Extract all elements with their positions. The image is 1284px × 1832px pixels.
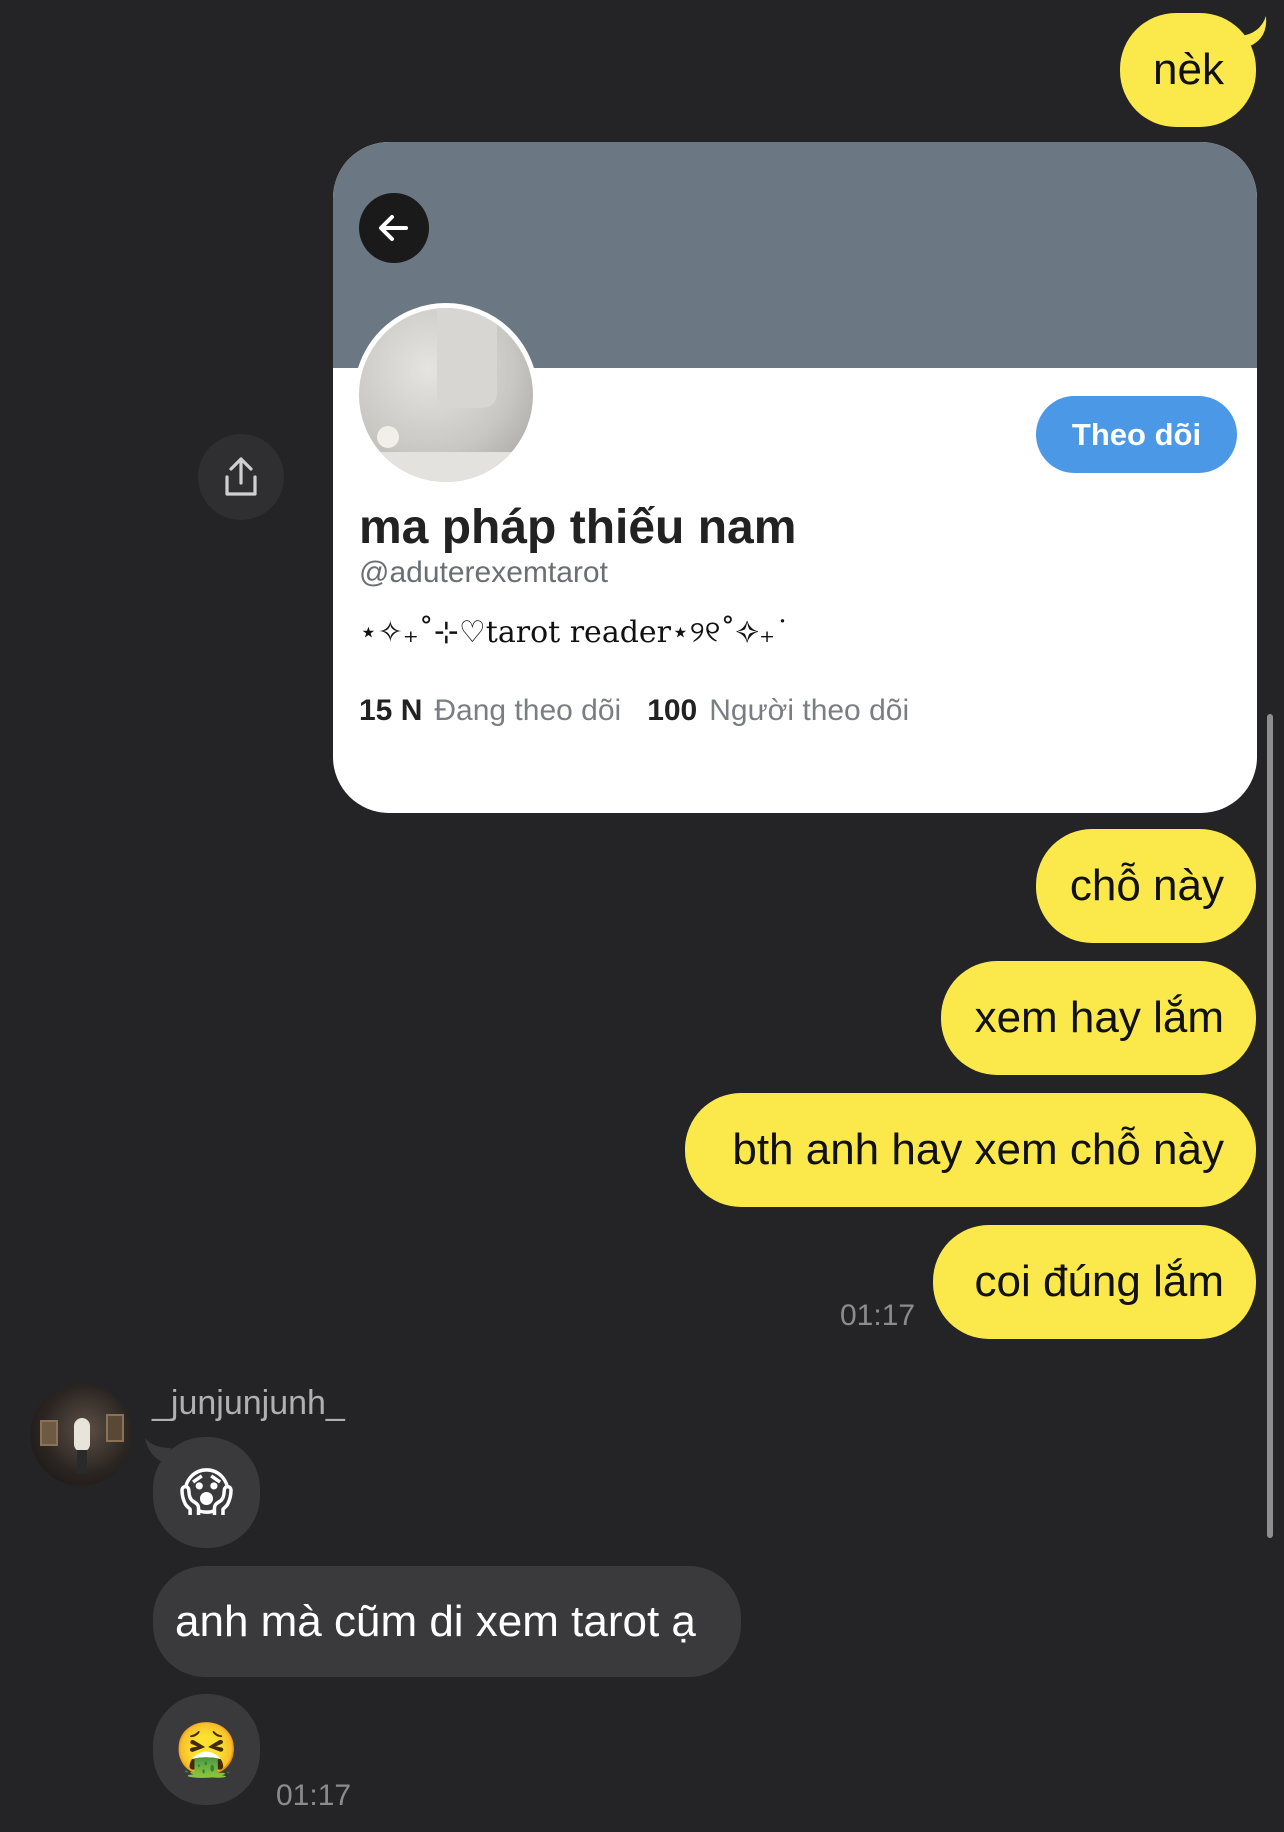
followers-label[interactable]: Người theo dõi [709,694,909,728]
message-timestamp: 01:17 [840,1299,916,1332]
message-text: xem hay lắm [974,993,1224,1042]
message-text: chỗ này [1069,861,1224,910]
back-button[interactable] [359,193,429,263]
message-text: nèk [1153,45,1224,94]
follow-button[interactable]: Theo dõi [1036,396,1237,473]
profile-name: ma pháp thiếu nam [359,501,797,554]
incoming-message[interactable]: 🤮 [153,1694,260,1805]
bubble-tail-icon [145,1438,171,1464]
outgoing-message[interactable]: bth anh hay xem chỗ này [685,1093,1256,1207]
profile-handle: @aduterexemtarot [359,556,608,589]
shared-profile-card[interactable]: Theo dõi ma pháp thiếu nam @aduterexemta… [333,142,1257,813]
followers-count: 100 [647,694,698,727]
outgoing-message[interactable]: chỗ này [1036,829,1256,943]
message-text: coi đúng lắm [974,1257,1224,1306]
emoji: 😱 [179,1463,234,1522]
share-button[interactable] [198,434,284,520]
profile-bio: ⋆✧₊˚⊹♡tarot reader⋆୨୧˚✧₊˙ [359,615,791,650]
outgoing-message[interactable]: nèk [1120,13,1256,127]
message-text: anh mà cũm di xem tarot ạ [175,1596,696,1646]
message-text: bth anh hay xem chỗ này [732,1125,1224,1174]
outgoing-message[interactable]: coi đúng lắm [933,1225,1256,1339]
incoming-message[interactable]: anh mà cũm di xem tarot ạ [153,1566,741,1677]
bubble-tail-icon [1240,16,1267,46]
share-icon [225,457,257,496]
message-timestamp: 01:17 [276,1779,352,1812]
following-label[interactable]: Đang theo dõi [434,694,621,728]
profile-stats: 15 N Đang theo dõi 100 Người theo dõi [359,694,909,728]
following-count: 15 N [359,694,423,727]
scrollbar[interactable] [1267,714,1273,1538]
back-arrow-icon [379,215,408,241]
emoji: 🤮 [174,1721,239,1779]
outgoing-message[interactable]: xem hay lắm [941,961,1256,1075]
profile-avatar [354,303,538,487]
avatar[interactable] [30,1384,132,1486]
sender-username: _junjunjunh_ [152,1384,345,1422]
